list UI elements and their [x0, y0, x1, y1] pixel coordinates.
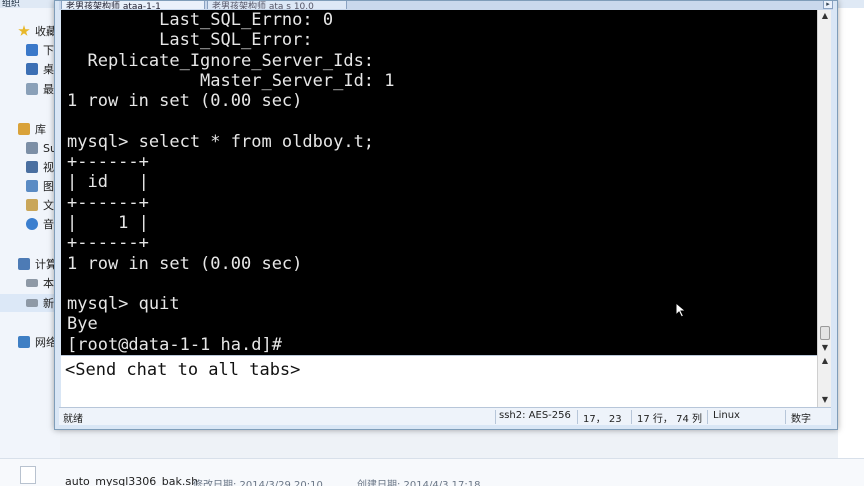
- file-created-date: 创建日期: 2014/4/3 17:18: [357, 480, 481, 486]
- terminal-line: +------+: [67, 152, 149, 173]
- terminal-line: [root@data-1-1 ha.d]#: [67, 334, 282, 355]
- terminal-lines: Last_SQL_Errno: 0 Last_SQL_Error: Replic…: [67, 10, 395, 355]
- terminal-line: | id |: [67, 172, 149, 193]
- computer-icon: [18, 258, 30, 270]
- documents-library-icon: [26, 199, 38, 211]
- nav-videos[interactable]: 视: [0, 158, 60, 176]
- status-separator: [631, 410, 632, 424]
- status-separator: [495, 410, 496, 424]
- videos-library-icon: [26, 161, 38, 173]
- nav-recent[interactable]: 最: [0, 80, 60, 98]
- chat-window[interactable]: <Send chat to all tabs>: [61, 355, 817, 407]
- nav-network[interactable]: 网络: [0, 333, 60, 351]
- nav-pictures[interactable]: 图: [0, 177, 60, 195]
- terminal-line: Bye: [67, 314, 98, 335]
- nav-subversion[interactable]: Su: [0, 139, 60, 157]
- local-disk-icon: [26, 279, 38, 287]
- scroll-up-icon[interactable]: ▲: [819, 10, 831, 22]
- terminal-line: Master_Server_Id: 1: [67, 70, 395, 91]
- chat-scrollbar[interactable]: ▲ ▼: [817, 355, 831, 407]
- explorer-content-edge: [838, 8, 864, 458]
- network-icon: [18, 336, 30, 348]
- terminal-line: mysql> quit: [67, 294, 180, 315]
- file-list-item[interactable]: auto_mysql3306_bak.sh 修改日期: 2014/3/29 20…: [20, 464, 860, 486]
- recent-places-icon: [26, 83, 38, 95]
- terminal-scrollbar[interactable]: ▲ ▼: [817, 10, 831, 355]
- scroll-down-icon[interactable]: ▼: [819, 342, 831, 354]
- status-protocol: ssh2: AES-256: [499, 410, 571, 421]
- shell-script-file-icon: [20, 466, 36, 484]
- session-tab-strip: 老男孩架构师 ataa-1-1 老男孩架构师 ata s 10.0 ▸: [59, 1, 833, 10]
- nav-desktop[interactable]: 桌: [0, 60, 60, 78]
- scrollbar-thumb[interactable]: [820, 326, 830, 340]
- nav-downloads[interactable]: 下: [0, 41, 60, 59]
- status-os: Linux: [713, 410, 740, 421]
- terminal-line: 1 row in set (0.00 sec): [67, 253, 303, 274]
- download-folder-icon: [26, 44, 38, 56]
- status-input-mode: 数字: [791, 414, 811, 425]
- nav-new-volume[interactable]: 新: [0, 294, 60, 312]
- desktop-icon: [26, 63, 38, 75]
- session-tab-2[interactable]: 老男孩架构师 ata s 10.0: [207, 1, 347, 9]
- terminal-line: 1 row in set (0.00 sec): [67, 91, 303, 112]
- favorites-star-icon: [18, 25, 30, 36]
- desktop-screen: 组织 收藏 下 桌 最 库 Su 视 图 文 音 计算 本 新 网络 auto_…: [0, 0, 864, 486]
- status-separator: [707, 410, 708, 424]
- chat-scroll-up-icon[interactable]: ▲: [819, 355, 831, 367]
- nav-documents[interactable]: 文: [0, 196, 60, 214]
- terminal-output[interactable]: Last_SQL_Errno: 0 Last_SQL_Error: Replic…: [61, 10, 817, 355]
- nav-libraries[interactable]: 库: [0, 120, 60, 138]
- file-name: auto_mysql3306_bak.sh: [65, 475, 199, 486]
- terminal-line: +------+: [67, 233, 149, 254]
- chat-input[interactable]: <Send chat to all tabs>: [65, 360, 300, 380]
- nav-favorites[interactable]: 收藏: [0, 22, 60, 40]
- status-separator: [577, 410, 578, 424]
- status-ready: 就绪: [63, 414, 83, 425]
- file-modified-date: 修改日期: 2014/3/29 20:10: [193, 480, 323, 486]
- library-icon: [18, 123, 30, 135]
- nav-computer[interactable]: 计算: [0, 255, 60, 273]
- terminal-line: Last_SQL_Errno: 0: [67, 10, 334, 30]
- mouse-pointer-icon: [675, 302, 687, 318]
- terminal-line: Replicate_Ignore_Server_Ids:: [67, 50, 375, 71]
- session-tab-1[interactable]: 老男孩架构师 ataa-1-1: [61, 1, 205, 9]
- tab-scroll-right-icon[interactable]: ▸: [823, 1, 833, 9]
- securecrt-window: 老男孩架构师 ataa-1-1 老男孩架构师 ata s 10.0 ▸ Last…: [54, 0, 838, 430]
- terminal-line: Last_SQL_Error:: [67, 30, 313, 51]
- status-cursor-position: 17， 23: [583, 414, 622, 425]
- terminal-line: | 1 |: [67, 212, 149, 233]
- music-library-icon: [26, 218, 38, 230]
- subversion-folder-icon: [26, 142, 38, 154]
- chat-scroll-down-icon[interactable]: ▼: [819, 394, 831, 406]
- status-separator: [785, 410, 786, 424]
- explorer-nav-pane: 收藏 下 桌 最 库 Su 视 图 文 音 计算 本 新 网络: [0, 8, 60, 458]
- nav-music[interactable]: 音: [0, 215, 60, 233]
- terminal-line: +------+: [67, 192, 149, 213]
- status-bar: 就绪 ssh2: AES-256 17， 23 17 行， 74 列 Linux…: [59, 407, 831, 425]
- new-volume-icon: [26, 299, 38, 307]
- status-terminal-size: 17 行， 74 列: [637, 414, 702, 425]
- nav-local-disk[interactable]: 本: [0, 274, 60, 292]
- pictures-library-icon: [26, 180, 38, 192]
- terminal-line: mysql> select * from oldboy.t;: [67, 131, 375, 152]
